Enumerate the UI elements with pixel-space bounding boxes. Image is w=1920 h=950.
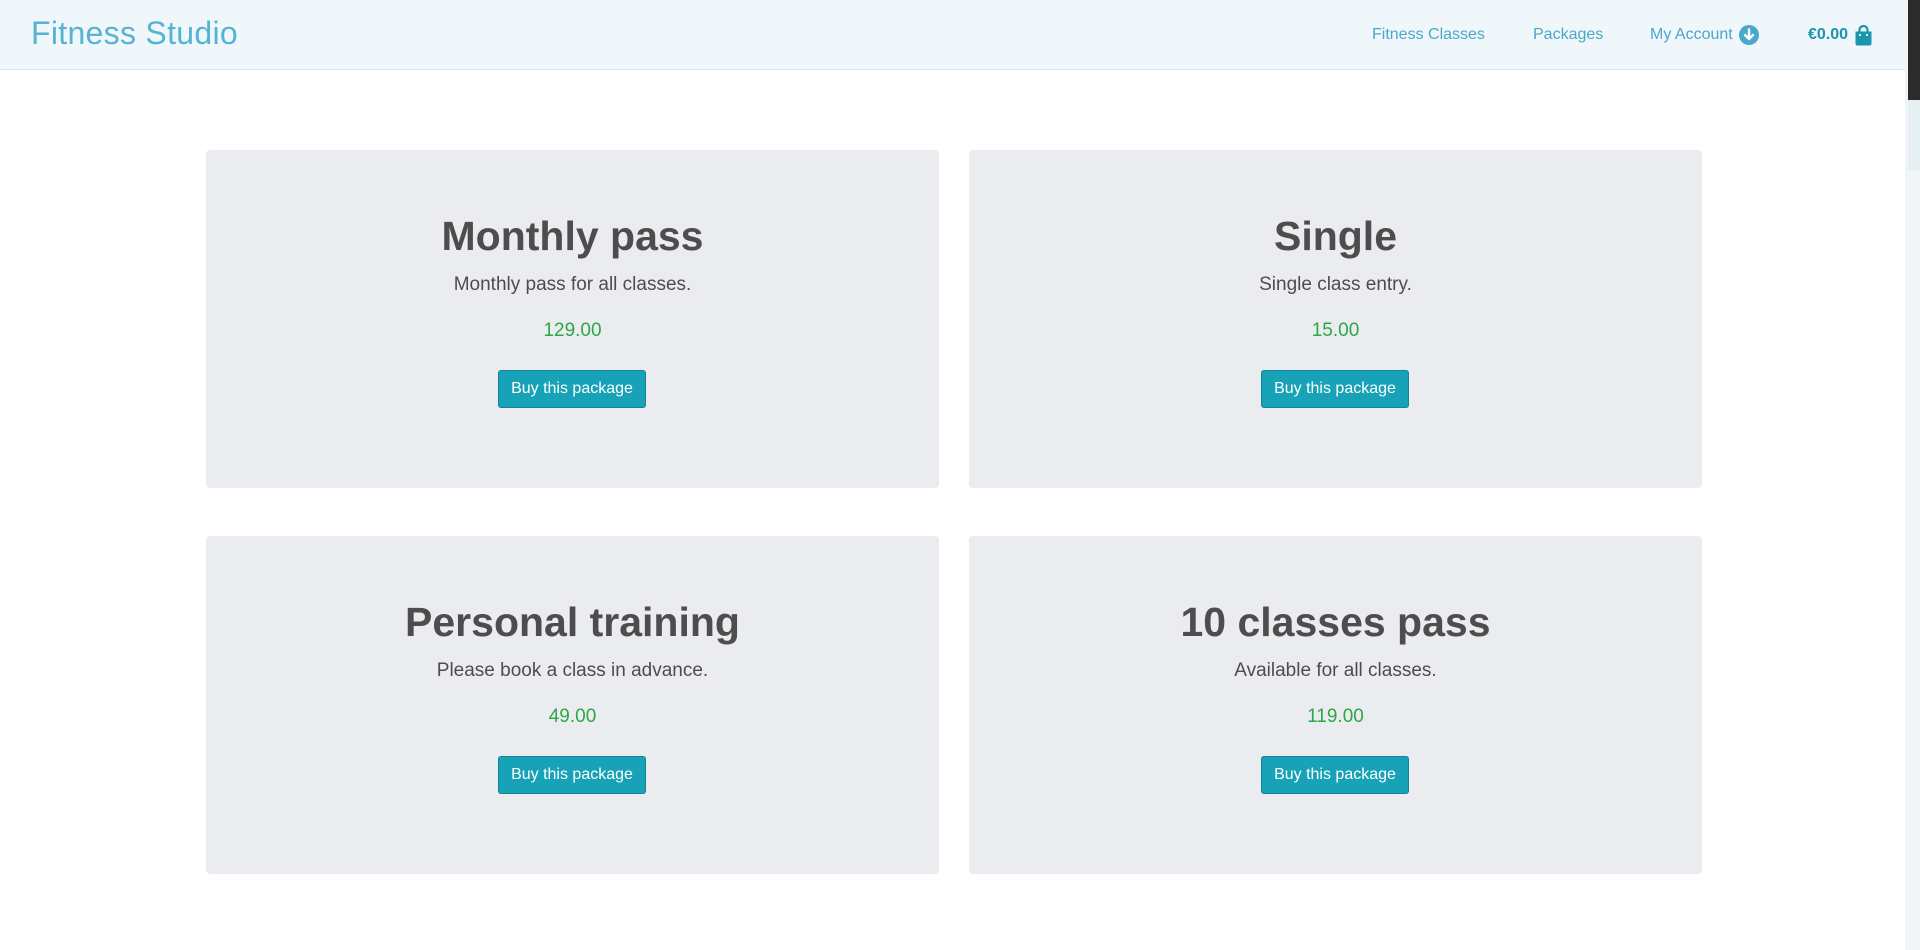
my-account-label: My Account — [1650, 26, 1733, 43]
package-description: Available for all classes. — [1234, 660, 1437, 681]
buy-package-button[interactable]: Buy this package — [1261, 756, 1409, 794]
package-title: 10 classes pass — [1180, 599, 1491, 645]
page: Fitness Studio Fitness Classes Packages … — [0, 0, 1920, 950]
package-description: Please book a class in advance. — [436, 660, 709, 681]
nav-dropdown-my-account[interactable]: My Account — [1650, 0, 1759, 70]
brand-logo-link[interactable]: Fitness Studio — [31, 13, 238, 53]
package-card-personal-training: Personal training Please book a class in… — [206, 536, 939, 874]
buy-package-button[interactable]: Buy this package — [1261, 370, 1409, 408]
package-card-single: Single Single class entry. 15.00 Buy thi… — [969, 150, 1702, 488]
package-price: 49.00 — [548, 706, 597, 727]
package-title: Single — [1273, 213, 1398, 259]
package-description: Monthly pass for all classes. — [453, 274, 692, 295]
package-title: Personal training — [405, 599, 740, 645]
scrollbar-track-highlight — [1908, 100, 1920, 170]
cart-link[interactable]: €0.00 — [1808, 0, 1873, 70]
scrollbar-thumb[interactable] — [1908, 0, 1920, 100]
package-price: 129.00 — [543, 320, 602, 341]
nav-link-packages[interactable]: Packages — [1533, 0, 1603, 70]
top-navbar: Fitness Studio Fitness Classes Packages … — [0, 0, 1905, 70]
buy-package-button[interactable]: Buy this package — [498, 370, 646, 408]
package-card-monthly-pass: Monthly pass Monthly pass for all classe… — [206, 150, 939, 488]
package-title: Monthly pass — [441, 213, 704, 259]
package-price: 15.00 — [1311, 320, 1360, 341]
nav-link-fitness-classes[interactable]: Fitness Classes — [1372, 0, 1485, 70]
package-price: 119.00 — [1307, 706, 1364, 727]
cart-total: €0.00 — [1808, 26, 1849, 43]
shopping-bag-icon — [1854, 24, 1873, 46]
arrow-down-circle-icon — [1738, 25, 1759, 45]
package-card-10-classes-pass: 10 classes pass Available for all classe… — [969, 536, 1702, 874]
buy-package-button[interactable]: Buy this package — [498, 756, 646, 794]
package-description: Single class entry. — [1259, 274, 1412, 295]
